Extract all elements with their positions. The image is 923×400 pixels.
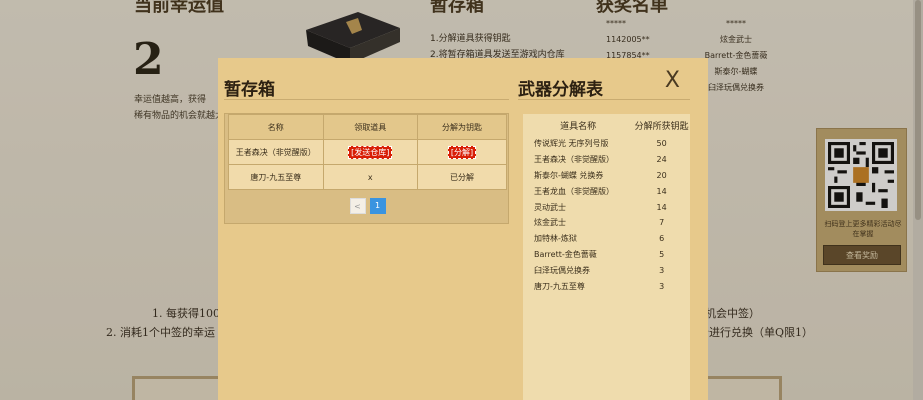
table-row: 加特林-炼狱 6	[523, 231, 690, 247]
table-row: 王者龙血（非觉醒版） 14	[523, 183, 690, 199]
table-row: 灵动武士 14	[523, 199, 690, 215]
table-row: 王者森决（非觉醒版） [发送仓库] [分解]	[228, 139, 507, 165]
decompose-status: 已分解	[417, 164, 507, 190]
column-header: 领取道具	[322, 114, 419, 140]
prev-page-button[interactable]: <	[349, 198, 366, 214]
key-count: 24	[656, 155, 667, 165]
key-count: 6	[659, 234, 665, 244]
key-count: 3	[659, 281, 665, 291]
decompose-button[interactable]: [分解]	[447, 145, 477, 159]
item-name: 炫金武士	[534, 218, 566, 228]
divider	[224, 99, 509, 100]
claim-status: x	[322, 164, 419, 190]
decompose-table-panel: 道具名称 分解所获钥匙 传说辉光 无序列号版 50 王者森决（非觉醒版） 24 斯泰…	[523, 114, 690, 400]
item-name: 王者森决（非觉醒版）	[228, 139, 324, 165]
table-row: 臼泽玩偶兑换券 3	[523, 262, 690, 278]
key-count: 14	[656, 186, 667, 196]
table-row: 唐刀-九五至尊 x 已分解	[228, 164, 507, 190]
table-row: 王者森决（非觉醒版） 24	[523, 152, 690, 168]
item-name: 灵动武士	[534, 202, 566, 212]
key-count: 50	[656, 139, 667, 149]
temp-box-panel: 名称 领取道具 分解为钥匙 王者森决（非觉醒版） [发送仓库] [分解] 唐刀-…	[224, 113, 509, 224]
item-name: 斯泰尔-蝴蝶 兑换券	[534, 170, 604, 180]
table-row: Barrett-金色蔷薇 5	[523, 247, 690, 263]
item-name: 臼泽玩偶兑换券	[534, 265, 590, 275]
key-count: 20	[656, 170, 667, 180]
table-row: 传说辉光 无序列号版 50	[523, 136, 690, 152]
item-name: 王者龙血（非觉醒版）	[534, 186, 614, 196]
item-name: 加特林-炼狱	[534, 234, 577, 244]
page-1-button[interactable]: 1	[369, 198, 386, 214]
item-name: 唐刀-九五至尊	[228, 164, 324, 190]
item-name: 唐刀-九五至尊	[534, 281, 585, 291]
table-row: 斯泰尔-蝴蝶 兑换券 20	[523, 168, 690, 184]
column-header: 名称	[228, 114, 324, 140]
temp-box-title: 暂存箱	[224, 80, 275, 100]
table-header-row: 名称 领取道具 分解为钥匙	[228, 114, 507, 140]
table-row: 唐刀-九五至尊 3	[523, 278, 690, 294]
send-to-warehouse-button[interactable]: [发送仓库]	[348, 145, 393, 159]
table-header-row: 道具名称 分解所获钥匙	[523, 114, 690, 136]
key-count: 3	[659, 265, 665, 275]
close-icon[interactable]: X	[665, 70, 680, 92]
item-name: 传说辉光 无序列号版	[534, 139, 609, 149]
column-header: 道具名称	[560, 121, 597, 132]
temp-box-table: 名称 领取道具 分解为钥匙 王者森决（非觉醒版） [发送仓库] [分解] 唐刀-…	[228, 114, 507, 190]
column-header: 分解为钥匙	[417, 114, 507, 140]
key-count: 14	[656, 202, 667, 212]
table-row: 炫金武士 7	[523, 215, 690, 231]
item-name: Barrett-金色蔷薇	[534, 249, 597, 259]
decompose-table-title: 武器分解表	[518, 80, 603, 100]
temp-box-modal: X 暂存箱 武器分解表 名称 领取道具 分解为钥匙 王者森决（非觉醒版） [发送…	[218, 58, 708, 400]
decompose-table: 道具名称 分解所获钥匙 传说辉光 无序列号版 50 王者森决（非觉醒版） 24 斯泰…	[523, 114, 690, 294]
key-count: 5	[659, 249, 665, 259]
key-count: 7	[659, 218, 665, 228]
column-header: 分解所获钥匙	[634, 121, 689, 132]
divider	[518, 99, 690, 100]
pagination: < 1	[225, 198, 510, 214]
item-name: 王者森决（非觉醒版）	[534, 155, 614, 165]
